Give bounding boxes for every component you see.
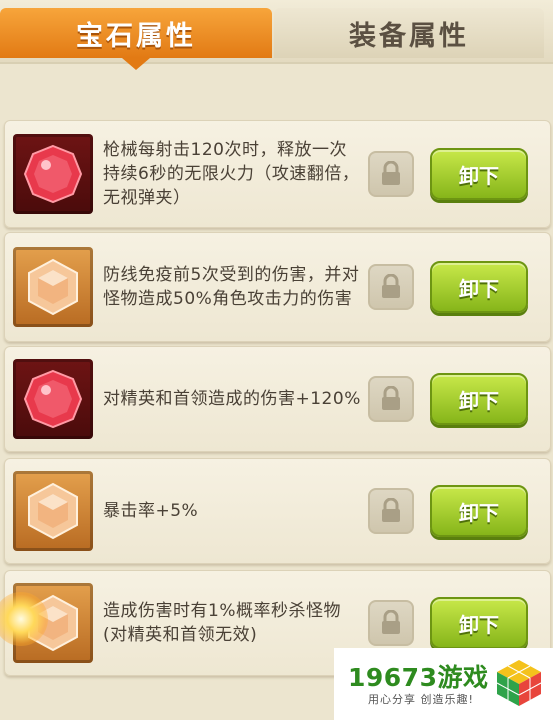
gem-description: 暴击率+5% (103, 501, 199, 521)
unequip-button[interactable]: 卸下 (430, 485, 528, 537)
orange-gem-icon (13, 247, 93, 327)
unequip-button[interactable]: 卸下 (430, 261, 528, 313)
gem-row: 暴击率+5% 卸下 (4, 458, 551, 564)
lock-icon[interactable] (368, 264, 414, 310)
lock-icon[interactable] (368, 600, 414, 646)
gem-description: 造成伤害时有1%概率秒杀怪物(对精英和首领无效) (103, 601, 341, 645)
unequip-button[interactable]: 卸下 (430, 148, 528, 200)
unequip-button[interactable]: 卸下 (430, 373, 528, 425)
tab-equipment-attributes[interactable]: 装备属性 (274, 8, 544, 58)
tab-gem-attributes[interactable]: 宝石属性 (0, 8, 272, 70)
gem-row: 防线免疫前5次受到的伤害，并对怪物造成50%角色攻击力的伤害 卸下 (4, 232, 551, 342)
unequip-button[interactable]: 卸下 (430, 597, 528, 649)
orange-gem-icon (13, 471, 93, 551)
watermark: 19673游戏 用心分享 创造乐趣! (334, 648, 553, 720)
tab-bar: 宝石属性 装备属性 (0, 0, 553, 70)
lock-icon[interactable] (368, 376, 414, 422)
gem-description: 枪械每射击120次时，释放一次持续6秒的无限火力（攻速翻倍，无视弹夹） (103, 140, 360, 208)
gem-row: 枪械每射击120次时，释放一次持续6秒的无限火力（攻速翻倍，无视弹夹） 卸下 (4, 120, 551, 228)
lock-icon[interactable] (368, 151, 414, 197)
cube-logo-icon (496, 660, 542, 706)
lock-icon[interactable] (368, 488, 414, 534)
red-gem-icon (13, 359, 93, 439)
watermark-text: 19673游戏 (348, 663, 489, 692)
watermark-slogan: 用心分享 创造乐趣! (368, 693, 474, 706)
gem-row: 对精英和首领造成的伤害+120% 卸下 (4, 346, 551, 452)
gem-description: 防线免疫前5次受到的伤害，并对怪物造成50%角色攻击力的伤害 (103, 265, 360, 309)
gem-description: 对精英和首领造成的伤害+120% (103, 389, 361, 409)
red-gem-icon (13, 134, 93, 214)
